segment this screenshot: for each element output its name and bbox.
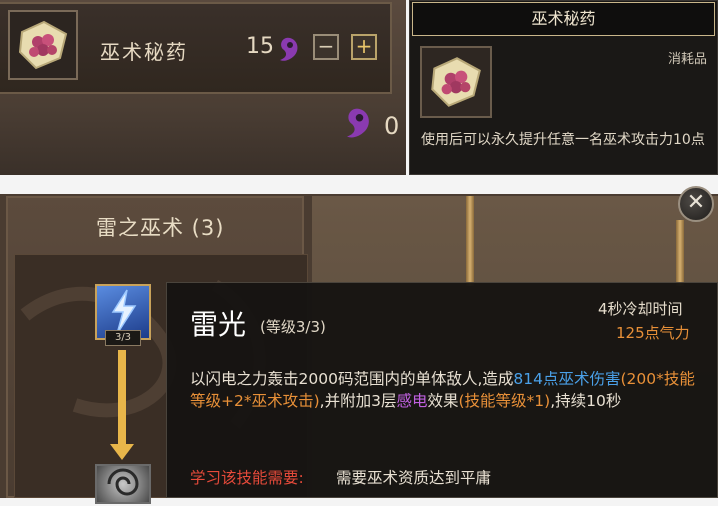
item-category: 消耗品 <box>668 52 708 67</box>
frame-pillar <box>676 220 684 286</box>
skill-cooldown: 4秒冷却时间 <box>598 300 683 318</box>
purple-magatama-icon <box>276 36 300 68</box>
requirement-label: 学习该技能需要: <box>190 469 304 487</box>
skill-node-level: 3/3 <box>105 330 141 346</box>
close-button[interactable]: ✕ <box>678 186 714 222</box>
desc-damage: 814点巫术伤害 <box>513 370 621 388</box>
herb-pouch-icon[interactable] <box>8 10 78 80</box>
skill-description: 以闪电之力轰击2000码范围内的单体敌人,造成814点巫术伤害(200*技能等级… <box>190 368 710 412</box>
desc-text: ,持续10秒 <box>550 392 622 410</box>
desc-text: ,并附加3层 <box>319 392 397 410</box>
item-name: 巫术秘药 <box>100 40 188 64</box>
desc-text: 以闪电之力轰击2000码范围内的单体敌人,造成 <box>190 370 514 388</box>
decrease-button[interactable]: − <box>313 34 339 60</box>
item-description: 使用后可以永久提升任意一名巫术攻击力10点 <box>421 132 705 148</box>
item-tooltip-title: 巫术秘药 <box>412 2 715 36</box>
purple-magatama-icon <box>342 106 372 146</box>
skill-connector <box>118 350 126 446</box>
item-count: 15 <box>246 34 274 59</box>
arrow-down-icon <box>110 444 134 460</box>
vortex-skill-icon[interactable] <box>95 464 151 504</box>
frame-pillar <box>466 196 474 286</box>
skill-tree-title: 雷之巫术 (3) <box>96 216 225 240</box>
desc-effect-formula: (技能等级*1) <box>458 392 551 410</box>
skill-level: (等级3/3) <box>260 318 326 336</box>
desc-effect: 感电 <box>396 392 428 410</box>
currency-total: 0 <box>384 112 400 140</box>
skill-name: 雷光 <box>190 308 247 341</box>
requirement-value: 需要巫术资质达到平庸 <box>336 469 492 487</box>
herb-pouch-icon <box>420 46 492 118</box>
skill-cost: 125点气力 <box>616 324 690 342</box>
increase-button[interactable]: + <box>351 34 377 60</box>
desc-text: 效果 <box>427 392 459 410</box>
